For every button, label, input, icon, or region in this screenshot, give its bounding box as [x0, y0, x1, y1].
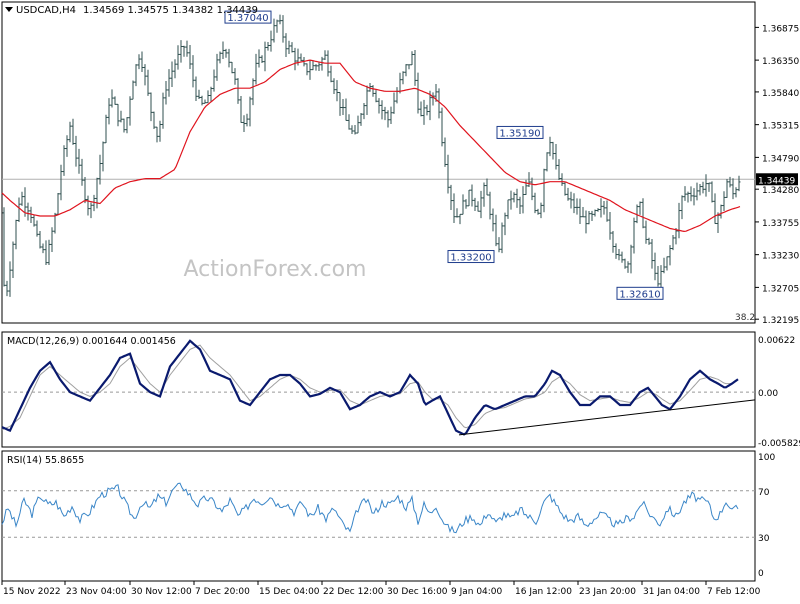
- chart-svg: ActionForex.com 1.370401.351901.332001.3…: [1, 1, 800, 597]
- chart-stage: ActionForex.com 1.37040 1.35190 1.33200 1.3…: [0, 0, 800, 600]
- time-axis-label: 31 Jan 04:00: [643, 587, 700, 597]
- macd-panel-frame: [1, 331, 756, 448]
- time-axis-label: 30 Nov 12:00: [131, 587, 192, 597]
- price-tick-label: 1.34280: [762, 186, 799, 196]
- price-tick-label: 1.33230: [762, 252, 799, 262]
- time-axis-label: 9 Jan 04:00: [451, 587, 503, 597]
- current-price-label: 1.34439: [758, 176, 795, 186]
- time-axis-label: 22 Dec 12:00: [323, 587, 384, 597]
- price-panel-frame: [1, 1, 756, 324]
- price-tick-label: 1.34790: [762, 154, 799, 164]
- price-tick-label: 1.36875: [762, 24, 799, 34]
- macd-title: MACD(12,26,9) 0.001644 0.001456: [7, 336, 176, 347]
- macd-tick-label: 0.00: [758, 389, 778, 399]
- price-annotation: 1.32610: [616, 286, 664, 300]
- svg-text:1.33200: 1.33200: [450, 253, 491, 264]
- macd-tick-label: -0.005829: [758, 439, 800, 449]
- symbol-label: USDCAD,H4: [16, 5, 76, 16]
- price-tick-label: 1.33755: [762, 219, 799, 229]
- price-tick-label: 1.36350: [762, 57, 799, 67]
- rsi-panel-frame: [1, 450, 756, 582]
- time-axis-label: 7 Feb 12:00: [707, 587, 761, 597]
- time-axis-label: 7 Dec 20:00: [195, 587, 250, 597]
- time-axis-label: 16 Jan 12:00: [515, 587, 572, 597]
- rsi-tick-label: 0: [758, 569, 764, 579]
- time-axis-label: 23 Jan 20:00: [579, 587, 636, 597]
- rsi-tick-label: 30: [758, 534, 770, 544]
- ohlc-values: 1.34569 1.34575 1.34382 1.34439: [83, 5, 258, 16]
- rsi-tick-label: 100: [758, 453, 775, 463]
- fib-label: 38.2: [735, 313, 755, 323]
- watermark: ActionForex.com: [184, 257, 367, 282]
- rsi-title: RSI(14) 55.8655: [7, 455, 84, 466]
- price-tick-label: 1.35840: [762, 89, 799, 99]
- macd-tick-label: 0.00622: [758, 336, 795, 346]
- rsi-tick-label: 70: [758, 488, 770, 498]
- price-annotation: 1.35190: [496, 125, 544, 139]
- svg-text:1.32610: 1.32610: [619, 289, 660, 300]
- time-axis-label: 30 Dec 16:00: [387, 587, 448, 597]
- svg-text:1.35190: 1.35190: [499, 128, 540, 139]
- time-axis-label: 15 Nov 2022: [3, 587, 61, 597]
- price-tick-label: 1.32195: [762, 316, 799, 326]
- time-axis-label: 23 Nov 04:00: [66, 587, 127, 597]
- price-tick-label: 1.35315: [762, 122, 799, 132]
- price-tick-label: 1.32705: [762, 284, 799, 294]
- time-axis-label: 15 Dec 04:00: [259, 587, 320, 597]
- price-annotation: 1.33200: [447, 250, 495, 264]
